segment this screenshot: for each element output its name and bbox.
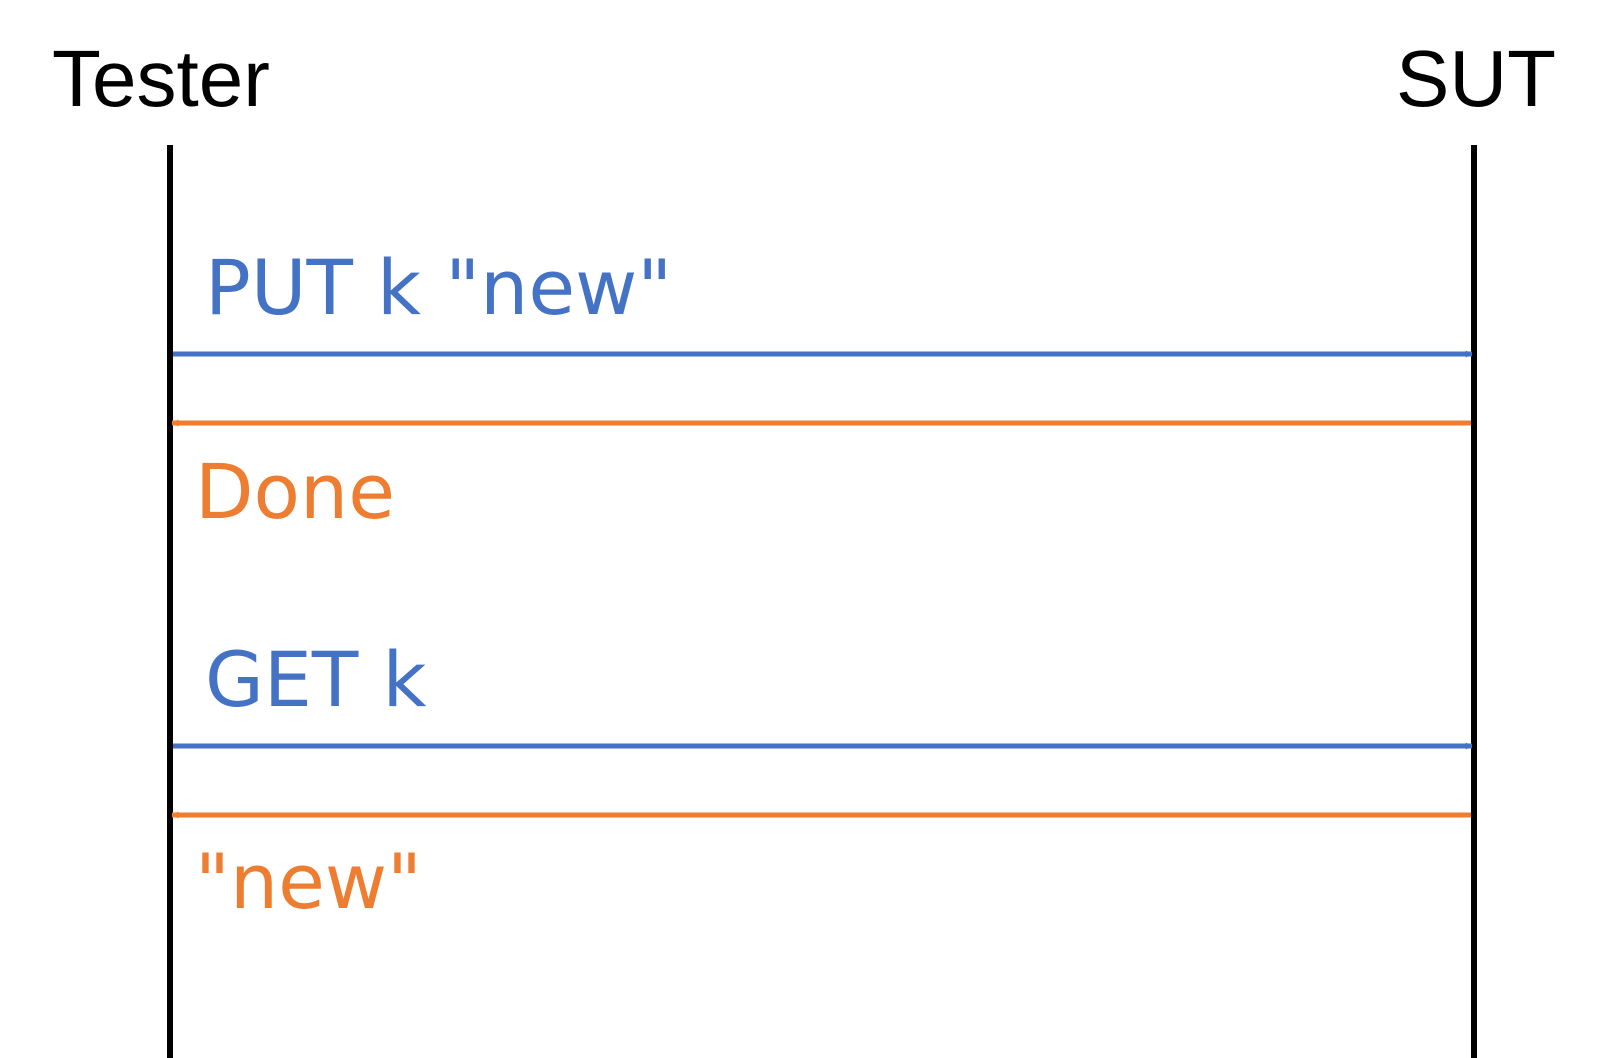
message-label-put: PUT k "new" bbox=[205, 243, 672, 332]
message-label-done: Done bbox=[195, 447, 395, 536]
actor-label-tester: Tester bbox=[52, 34, 270, 123]
message-label-get: GET k bbox=[205, 635, 427, 724]
message-label-new: "new" bbox=[195, 837, 422, 926]
actor-label-sut: SUT bbox=[1396, 34, 1556, 123]
sequence-diagram: Tester SUT PUT k "new" Done GET k "new" bbox=[52, 34, 1556, 1058]
